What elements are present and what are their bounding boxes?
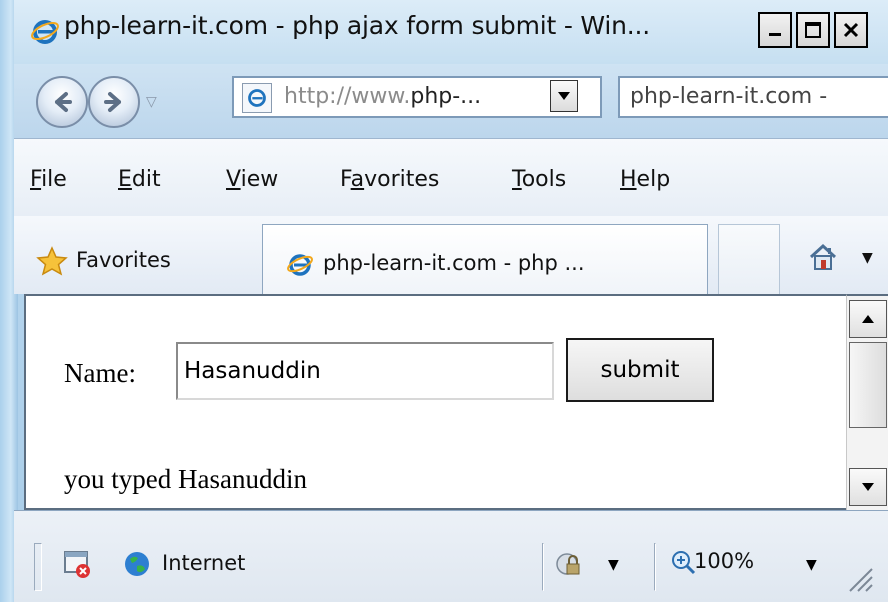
- page-content: Name: submit you typed Hasanuddin: [24, 294, 846, 510]
- address-prefix: http://www.: [284, 84, 411, 109]
- globe-icon: [125, 552, 149, 576]
- menu-view-label: iew: [240, 167, 279, 192]
- browser-tab[interactable]: php-learn-it.com - php ...: [262, 224, 708, 294]
- menu-tools-accel: T: [512, 167, 522, 192]
- status-divider-2: [654, 543, 656, 591]
- menu-file-label: ile: [41, 167, 67, 192]
- address-domain: php-...: [410, 84, 482, 109]
- name-input[interactable]: [176, 342, 554, 400]
- zoom-level[interactable]: 100%: [694, 549, 754, 573]
- chevron-down-icon: [558, 92, 570, 100]
- page-icon: [242, 83, 272, 113]
- minimize-icon: [769, 33, 781, 36]
- scroll-up-button[interactable]: [849, 300, 887, 338]
- menu-file-accel: F: [30, 167, 42, 192]
- menu-tools-label: ools: [521, 167, 567, 192]
- arrow-right-icon: [104, 92, 121, 112]
- menu-favorites-prefix: F: [340, 167, 351, 192]
- address-text: http://www.php-...: [284, 84, 481, 109]
- tab-title: php-learn-it.com - php ...: [323, 251, 585, 275]
- menu-help-label: elp: [636, 167, 671, 192]
- protected-mode-dropdown[interactable]: ▼: [608, 557, 619, 573]
- menu-bar: File Edit View Favorites Tools Help: [14, 138, 888, 216]
- submit-button[interactable]: submit: [566, 338, 714, 402]
- menu-edit-accel: E: [118, 167, 132, 192]
- browser-window: php-learn-it.com - php ajax form submit …: [14, 0, 888, 602]
- window-title: php-learn-it.com - php ajax form submit …: [64, 11, 651, 40]
- home-icon[interactable]: [808, 242, 838, 272]
- recent-pages-dropdown[interactable]: ▽: [146, 94, 157, 110]
- vertical-scrollbar[interactable]: [846, 294, 888, 510]
- arrow-left-icon: [55, 92, 72, 112]
- menu-view[interactable]: View: [226, 167, 278, 192]
- search-text: php-learn-it.com -: [630, 84, 828, 109]
- security-zone-label: Internet: [162, 551, 246, 575]
- zoom-icon[interactable]: [670, 549, 696, 575]
- menu-favorites-label: vorites: [364, 167, 440, 192]
- scroll-thumb[interactable]: [849, 342, 887, 428]
- minimize-button[interactable]: [758, 12, 792, 48]
- address-dropdown-button[interactable]: [550, 80, 578, 112]
- favorites-bar: Favorites php-learn-it.com - php ... ▼: [14, 216, 888, 294]
- maximize-button[interactable]: [796, 12, 830, 48]
- close-button[interactable]: [834, 12, 868, 48]
- menu-help[interactable]: Help: [620, 167, 670, 192]
- ie-logo-icon: [31, 20, 59, 44]
- address-bar[interactable]: http://www.php-...: [232, 76, 602, 118]
- maximize-icon: [805, 22, 821, 38]
- result-text: you typed Hasanuddin: [64, 464, 307, 494]
- status-pane-left: [34, 543, 42, 591]
- arrow-up-icon: [862, 315, 874, 323]
- menu-help-accel: H: [620, 167, 637, 192]
- scroll-down-button[interactable]: [849, 468, 887, 506]
- menu-favorites-accel: a: [350, 167, 365, 192]
- menu-favorites[interactable]: Favorites: [340, 167, 439, 192]
- protected-mode-icon[interactable]: [554, 549, 584, 579]
- status-divider: [542, 543, 544, 591]
- back-button[interactable]: [36, 76, 88, 128]
- zoom-dropdown[interactable]: ▼: [806, 557, 817, 573]
- favorites-button[interactable]: Favorites: [76, 248, 171, 272]
- home-dropdown[interactable]: ▼: [862, 250, 873, 266]
- menu-view-accel: V: [226, 167, 241, 192]
- arrow-down-icon: [862, 483, 874, 491]
- star-icon: [36, 246, 68, 276]
- title-bar: php-learn-it.com - php ajax form submit …: [14, 0, 888, 64]
- resize-grip-icon[interactable]: [844, 563, 874, 593]
- tab-title-field[interactable]: php-learn-it.com -: [618, 76, 888, 118]
- close-icon: [843, 22, 859, 38]
- ie-page-icon: [287, 254, 313, 276]
- menu-edit[interactable]: Edit: [118, 167, 161, 192]
- menu-file[interactable]: File: [30, 167, 67, 192]
- new-tab-button[interactable]: [718, 224, 780, 294]
- blocked-page-icon[interactable]: [62, 549, 92, 579]
- status-bar: Internet ▼ 100% ▼: [14, 510, 888, 602]
- navigation-bar: ▽ http://www.php-... php-learn-it.com -: [14, 64, 888, 138]
- name-label: Name:: [64, 358, 136, 388]
- menu-tools[interactable]: Tools: [512, 167, 566, 192]
- forward-button[interactable]: [88, 76, 140, 128]
- menu-edit-label: dit: [131, 167, 161, 192]
